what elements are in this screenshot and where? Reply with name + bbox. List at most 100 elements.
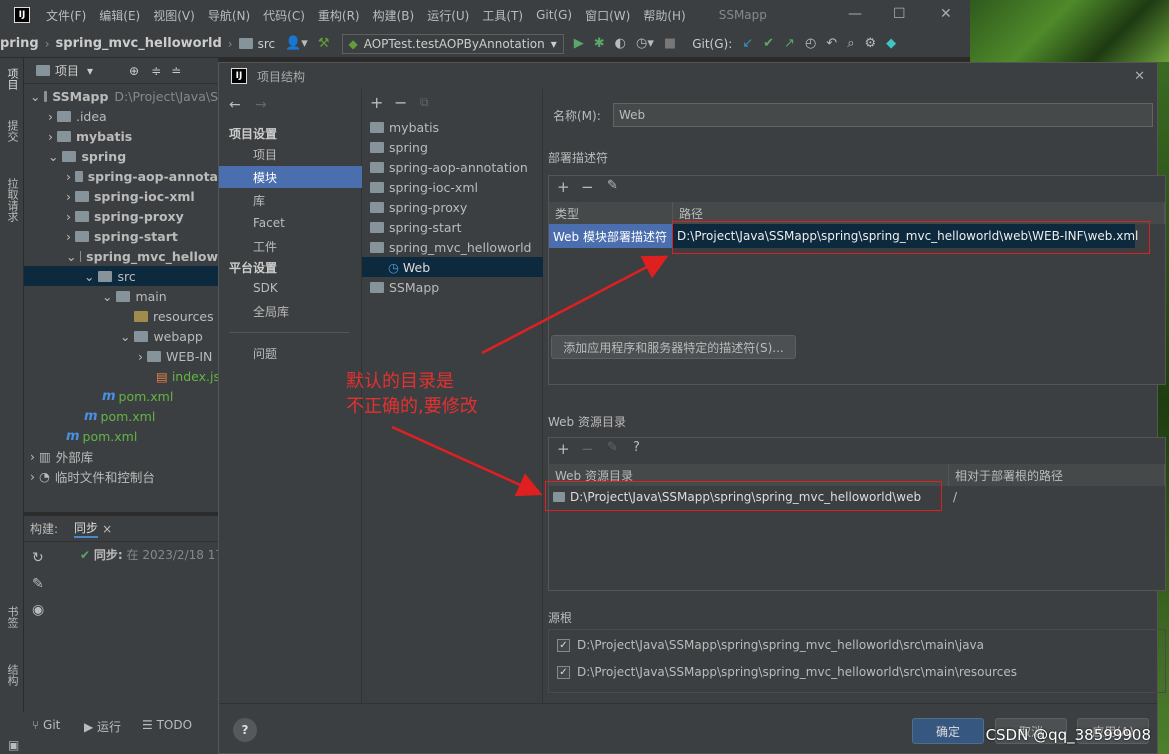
sync-status-row[interactable]: ✔ 同步: 在 2023/2/18 17 xyxy=(80,546,223,563)
menu-git[interactable]: Git(G) xyxy=(536,8,572,22)
eye-icon[interactable]: ◉ xyxy=(32,602,44,618)
menu-file[interactable]: 文件(F) xyxy=(46,7,86,24)
menu-view[interactable]: 视图(V) xyxy=(153,7,195,24)
history-icon[interactable]: ◴ xyxy=(805,36,816,51)
breadcrumb-spring[interactable]: pring xyxy=(0,36,39,51)
checkbox-checked-icon[interactable]: ✓ xyxy=(557,665,570,679)
module-item[interactable]: spring-proxy xyxy=(362,197,543,217)
help-button[interactable]: ? xyxy=(233,718,257,742)
coverage-icon[interactable]: ◐ xyxy=(615,36,626,51)
nav-item-modules[interactable]: 模块 xyxy=(219,166,362,188)
git-tool-button[interactable]: ⑂ Git xyxy=(32,718,60,732)
tree-item-ioc[interactable]: › spring-ioc-xml xyxy=(24,186,218,206)
nav-item-artifacts[interactable]: 工件 xyxy=(219,235,362,257)
menu-edit[interactable]: 编辑(E) xyxy=(99,7,140,24)
breadcrumb-module[interactable]: spring_mvc_helloworld xyxy=(56,36,222,51)
tree-item-webinf[interactable]: › WEB-IN xyxy=(24,346,218,366)
tree-item-pom-spring[interactable]: m pom.xml xyxy=(24,406,218,426)
menu-tools[interactable]: 工具(T) xyxy=(482,7,523,24)
checkbox-checked-icon[interactable]: ✓ xyxy=(557,638,570,652)
gear-icon[interactable]: ⚙ xyxy=(864,36,876,51)
git-update-icon[interactable]: ↙ xyxy=(742,36,753,51)
run-tool-button[interactable]: ▶ 运行 xyxy=(84,718,121,735)
tree-item-pom-root[interactable]: m pom.xml xyxy=(24,426,218,446)
minimize-icon[interactable]: — xyxy=(848,6,862,22)
tree-item-indexjsp[interactable]: ▤ index.js xyxy=(24,366,220,386)
run-icon[interactable]: ▶ xyxy=(574,36,584,51)
forward-arrow-icon[interactable]: → xyxy=(255,97,267,113)
nav-item-problems[interactable]: 问题 xyxy=(219,342,362,364)
todo-tool-button[interactable]: ☰ TODO xyxy=(142,718,192,732)
copy-icon[interactable]: ⧉ xyxy=(420,95,429,110)
module-item[interactable]: SSMapp xyxy=(362,277,543,297)
tab-project[interactable]: 项目 xyxy=(4,68,20,90)
module-item[interactable]: spring_mvc_helloworld xyxy=(362,237,543,257)
ok-button[interactable]: 确定 xyxy=(912,718,984,744)
rollback-icon[interactable]: ↶ xyxy=(826,36,837,51)
tree-item-mybatis[interactable]: › mybatis xyxy=(24,126,218,146)
add-icon[interactable]: + xyxy=(370,93,383,112)
col-relpath[interactable]: 相对于部署根的路径 xyxy=(949,464,1165,486)
tree-item-spring[interactable]: ⌄ spring xyxy=(24,146,218,166)
add-icon[interactable]: + xyxy=(557,440,570,458)
menu-window[interactable]: 窗口(W) xyxy=(585,7,630,24)
project-panel-title[interactable]: 项目 xyxy=(55,62,79,79)
close-icon[interactable]: ✕ xyxy=(940,6,952,22)
nav-item-sdk[interactable]: SDK xyxy=(219,277,362,299)
remove-icon[interactable]: − xyxy=(581,178,594,196)
module-item[interactable]: spring-aop-annotation xyxy=(362,157,543,177)
nav-item-libraries[interactable]: 库 xyxy=(219,189,362,211)
nav-item-project[interactable]: 项目 xyxy=(219,143,362,165)
tree-item-pom-mvc[interactable]: m pom.xml xyxy=(24,386,218,406)
tree-item-start[interactable]: › spring-start xyxy=(24,226,218,246)
git-push-icon[interactable]: ↗ xyxy=(784,36,795,51)
chevron-down-icon[interactable]: ▾ xyxy=(87,64,93,78)
close-tab-icon[interactable]: × xyxy=(102,522,112,536)
menu-build[interactable]: 构建(B) xyxy=(373,7,415,24)
module-item[interactable]: mybatis xyxy=(362,117,543,137)
deploy-row-type[interactable]: Web 模块部署描述符 xyxy=(549,224,673,248)
tab-bookmarks[interactable]: 书签 xyxy=(4,606,20,628)
expand-icon[interactable]: ≐ xyxy=(171,64,181,78)
remove-icon[interactable]: − xyxy=(394,93,407,112)
edit-icon[interactable]: ✎ xyxy=(607,178,618,193)
back-arrow-icon[interactable]: ← xyxy=(229,97,241,113)
tab-pull-requests[interactable]: 拉取请求 xyxy=(4,178,20,222)
user-icon[interactable]: 👤▾ xyxy=(285,36,308,51)
tree-item-idea[interactable]: › .idea xyxy=(24,106,218,126)
tree-item-webapp[interactable]: ⌄ webapp xyxy=(24,326,218,346)
edit-icon[interactable]: ✎ xyxy=(607,440,618,455)
module-item-web-facet[interactable]: ◷ Web xyxy=(362,257,543,277)
menu-refactor[interactable]: 重构(R) xyxy=(318,7,360,24)
tab-sync[interactable]: 同步 xyxy=(74,519,99,538)
nav-item-global-libs[interactable]: 全局库 xyxy=(219,300,362,322)
tree-item-ssmapp[interactable]: ⌄ SSMapp D:\Project\Java\S xyxy=(24,86,218,106)
menu-run[interactable]: 运行(U) xyxy=(427,7,469,24)
tree-item-main[interactable]: ⌄ main xyxy=(24,286,218,306)
source-root-row[interactable]: ✓ D:\Project\Java\SSMapp\spring\spring_mv… xyxy=(557,665,1017,679)
source-root-row[interactable]: ✓ D:\Project\Java\SSMapp\spring\spring_mv… xyxy=(557,638,984,652)
tree-item-resources[interactable]: resources xyxy=(24,306,218,326)
plugin-icon[interactable]: ◆ xyxy=(886,36,896,51)
refresh-icon[interactable]: ↻ xyxy=(32,550,44,566)
module-item[interactable]: spring xyxy=(362,137,543,157)
pin-icon[interactable]: ✎ xyxy=(32,576,44,592)
tree-item-src[interactable]: ⌄ src xyxy=(24,266,218,286)
tab-commit[interactable]: 提交 xyxy=(4,120,20,142)
breadcrumb-src[interactable]: src xyxy=(258,37,276,51)
locate-icon[interactable]: ⊕ xyxy=(129,64,139,78)
help-icon[interactable]: ? xyxy=(633,440,640,455)
layout-icon[interactable]: ▣ xyxy=(8,738,19,752)
tab-structure[interactable]: 结构 xyxy=(4,664,20,686)
close-icon[interactable]: ✕ xyxy=(1134,69,1145,84)
profile-icon[interactable]: ◷▾ xyxy=(636,36,654,51)
stop-icon[interactable]: ■ xyxy=(664,36,676,51)
tree-item-external-libs[interactable]: › ▥ 外部库 xyxy=(24,446,218,466)
hammer-icon[interactable]: ⚒ xyxy=(318,36,330,51)
run-config-select[interactable]: ◆ AOPTest.testAOPByAnnotation ▾ xyxy=(341,33,564,54)
debug-icon[interactable]: ✱ xyxy=(594,36,605,51)
module-item[interactable]: spring-ioc-xml xyxy=(362,177,543,197)
tree-item-mvc[interactable]: ⌄ spring_mvc_hellow xyxy=(24,246,218,266)
search-icon[interactable]: ⌕ xyxy=(847,36,854,51)
add-descriptor-button[interactable]: 添加应用程序和服务器特定的描述符(S)... xyxy=(551,335,796,359)
